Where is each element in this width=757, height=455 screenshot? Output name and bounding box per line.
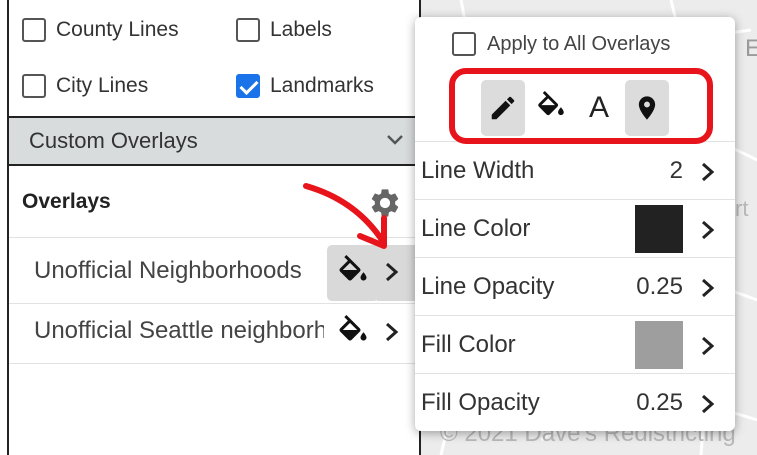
line-width-value: 2: [669, 156, 683, 184]
labels-label: Labels: [270, 18, 332, 41]
city-lines-checkbox[interactable]: [22, 74, 46, 98]
line-opacity-label: Line Opacity: [421, 272, 555, 300]
pencil-icon: [491, 96, 515, 120]
map-label: E: [745, 35, 757, 62]
line-width-row[interactable]: Line Width 2: [415, 141, 735, 199]
overlay-style-button[interactable]: [327, 305, 379, 361]
line-width-label: Line Width: [421, 156, 535, 184]
line-opacity-value: 0.25: [636, 272, 683, 300]
gear-icon[interactable]: [368, 186, 402, 220]
chevron-right-icon[interactable]: [699, 393, 717, 415]
fill-color-label: Fill Color: [421, 330, 516, 358]
overlay-name: Unofficial Neighborhoods: [34, 257, 302, 284]
chevron-right-icon[interactable]: [699, 161, 717, 183]
checkbox-city-lines[interactable]: City Lines: [22, 74, 148, 98]
chevron-down-icon: [387, 135, 403, 145]
map-label: rt: [735, 196, 749, 221]
style-tool-bar: A: [481, 80, 671, 136]
overlay-style-popup: Apply to All Overlays A Line Width 2 Lin…: [415, 17, 735, 431]
fill-color-row[interactable]: Fill Color: [415, 315, 735, 373]
tool-line-style[interactable]: [481, 80, 525, 136]
divider: [9, 237, 419, 238]
landmarks-label: Landmarks: [270, 74, 374, 97]
overlay-row[interactable]: Unofficial Seattle neighborhoods: [9, 302, 419, 362]
checkbox-county-lines[interactable]: County Lines: [22, 18, 179, 42]
line-color-row[interactable]: Line Color: [415, 199, 735, 257]
layers-panel: County Lines Labels City Lines Landmarks…: [0, 0, 421, 455]
tool-marker-style[interactable]: [625, 80, 669, 136]
county-lines-checkbox[interactable]: [22, 18, 46, 42]
fill-opacity-label: Fill Opacity: [421, 388, 540, 416]
line-color-label: Line Color: [421, 214, 531, 242]
custom-overlays-header[interactable]: Custom Overlays: [9, 116, 419, 166]
fill-color-swatch[interactable]: [635, 321, 683, 369]
city-lines-label: City Lines: [56, 74, 149, 97]
overlay-row[interactable]: Unofficial Neighborhoods: [9, 242, 421, 302]
apply-all-checkbox[interactable]: [452, 32, 476, 56]
custom-overlays-title: Custom Overlays: [29, 128, 198, 153]
fill-bucket-icon: [339, 255, 367, 281]
fill-opacity-row[interactable]: Fill Opacity 0.25: [415, 373, 735, 431]
text-a-icon: A: [588, 91, 609, 124]
divider: [9, 363, 419, 364]
apply-all-row[interactable]: Apply to All Overlays: [452, 32, 670, 56]
county-lines-label: County Lines: [56, 18, 179, 41]
overlay-name: Unofficial Seattle neighborhoods: [34, 317, 324, 344]
landmarks-checkbox[interactable]: [236, 74, 260, 98]
fill-opacity-value: 0.25: [636, 388, 683, 416]
line-opacity-row[interactable]: Line Opacity 0.25: [415, 257, 735, 315]
fill-bucket-icon: [538, 91, 564, 116]
fill-bucket-icon: [339, 315, 367, 341]
checkbox-labels[interactable]: Labels: [236, 18, 332, 42]
chevron-right-icon[interactable]: [699, 219, 717, 241]
tool-label-style[interactable]: A: [577, 80, 621, 136]
panel-border-left: [7, 0, 9, 455]
chevron-right-icon[interactable]: [381, 320, 403, 344]
labels-checkbox[interactable]: [236, 18, 260, 42]
tool-fill-style[interactable]: [529, 80, 573, 136]
checkbox-landmarks[interactable]: Landmarks: [236, 74, 374, 98]
chevron-right-icon[interactable]: [699, 335, 717, 357]
overlays-title: Overlays: [22, 190, 111, 213]
overlay-style-button[interactable]: [327, 245, 379, 301]
line-color-swatch[interactable]: [635, 205, 683, 253]
chevron-right-icon[interactable]: [381, 260, 403, 284]
map-marker-icon: [638, 96, 656, 120]
chevron-right-icon[interactable]: [699, 277, 717, 299]
apply-all-label: Apply to All Overlays: [487, 32, 671, 55]
